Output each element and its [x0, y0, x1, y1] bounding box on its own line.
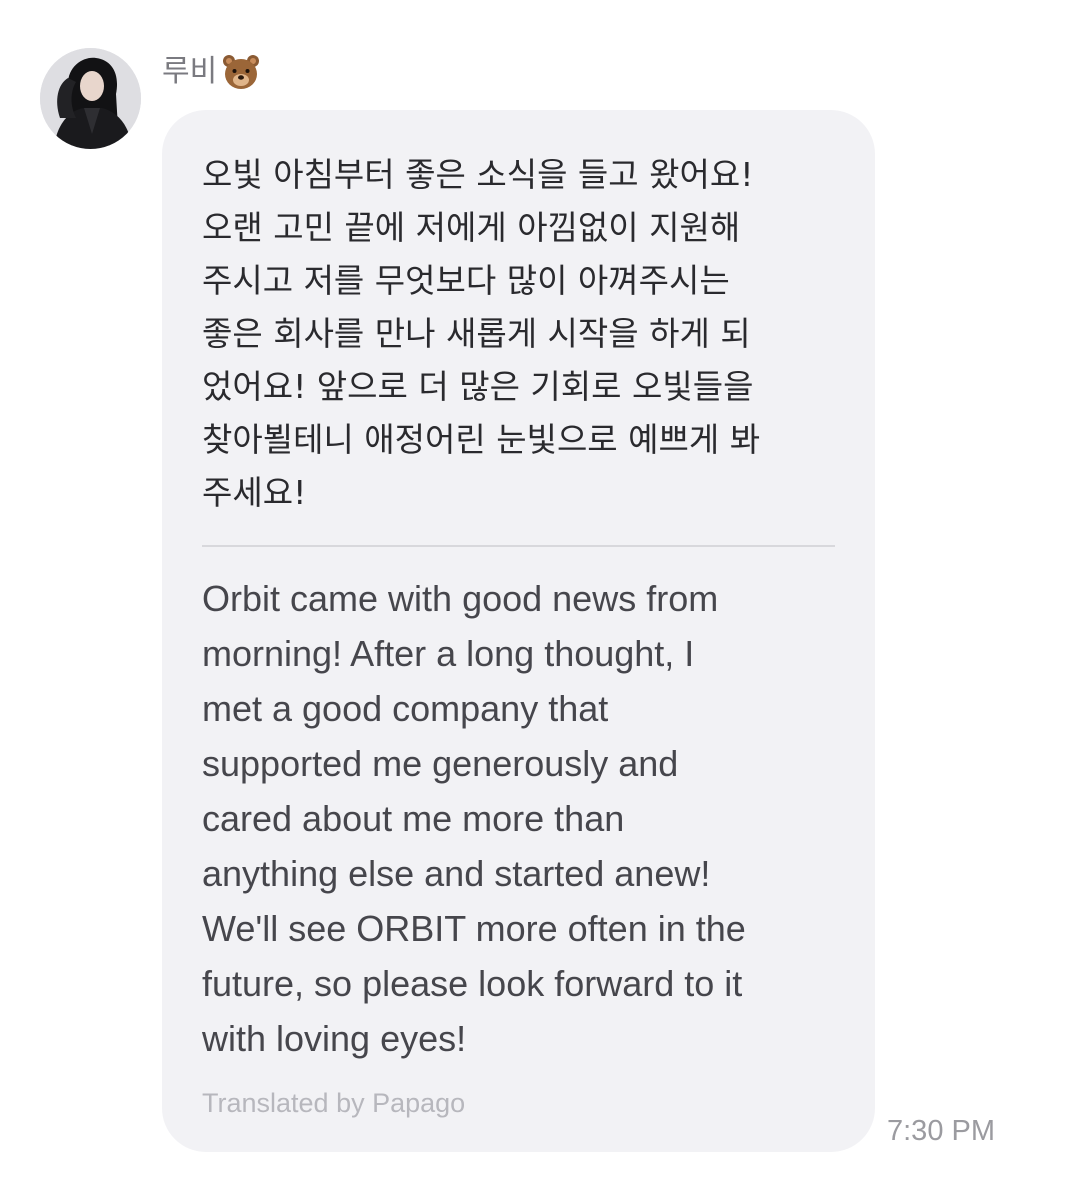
- profile-photo: [40, 48, 141, 149]
- divider: [202, 545, 835, 547]
- bear-face-icon: [221, 52, 261, 92]
- message-timestamp: 7:30 PM: [887, 1115, 995, 1147]
- translated-message-text: Orbit came with good news from morning! …: [202, 578, 746, 1059]
- sender-header: 루비: [162, 50, 261, 94]
- original-message-text: 오빛 아침부터 좋은 소식을 들고 왔어요! 오랜 고민 끝에 저에게 아낌없이…: [202, 155, 761, 512]
- avatar[interactable]: [40, 48, 141, 149]
- message-bubble[interactable]: 오빛 아침부터 좋은 소식을 들고 왔어요! 오랜 고민 끝에 저에게 아낌없이…: [162, 110, 875, 1152]
- sender-name: 루비: [162, 54, 218, 89]
- translator-label: Translated by Papago: [202, 1088, 466, 1118]
